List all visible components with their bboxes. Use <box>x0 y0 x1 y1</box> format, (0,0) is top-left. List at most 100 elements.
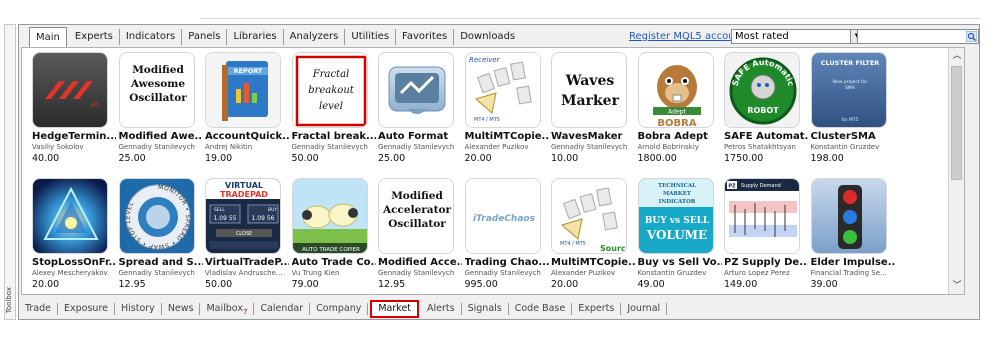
product-card[interactable]: Elder Impulse... Financial Trading Se... 3… <box>810 178 897 304</box>
product-card[interactable]: SAFE Automatic ROBOT SAFE Automat... Petros… <box>724 52 810 178</box>
product-name[interactable]: Buy vs Sell Vo... <box>638 257 722 268</box>
virtual-tradepad-icon[interactable]: VIRTUAL TRADEPAD SELL BUY 1.09 55 1.09 56 CLOS… <box>205 178 281 254</box>
report-book-icon[interactable]: REPORT <box>205 52 281 128</box>
tab-downloads[interactable]: Downloads <box>454 29 521 45</box>
bottom-tab-journal[interactable]: Journal <box>621 303 668 315</box>
product-card[interactable]: StopLossOnFr... Alexey Mescheryakov 20.00 <box>32 178 118 304</box>
product-card[interactable]: Adept BOBRA Bobra Adept Arnold Bobrinskiy 18… <box>637 52 724 178</box>
register-account-link[interactable]: Register MQL5 account <box>629 31 745 42</box>
product-card[interactable]: Modified Awesome Oscillator Modified Awe...… <box>118 52 205 178</box>
bottom-tab-experts[interactable]: Experts <box>572 303 622 315</box>
auto-format-icon[interactable] <box>378 52 454 128</box>
trading-chaos-icon[interactable]: iTradeChaos <box>464 178 541 254</box>
tab-libraries[interactable]: Libraries <box>227 29 284 45</box>
product-card[interactable]: iTradeChaos Trading Chao... Gennadiy Stani… <box>464 178 551 304</box>
product-name[interactable]: ClusterSMA <box>811 131 895 142</box>
product-card[interactable]: MONITOR • SPREAD • SWAP • STOP LEVEL Spre… <box>118 178 205 304</box>
product-card[interactable]: Waves Marker WavesMaker Gennadiy Stanilevyc… <box>551 52 637 178</box>
buy-sell-volume-icon[interactable]: TECHNICAL MARKET INDICATOR BUY vs SELL VOLUM… <box>637 178 714 254</box>
product-card[interactable]: AUTO TRADE COPIER Auto Trade Co... Vu Trun… <box>291 178 378 304</box>
product-name[interactable]: Auto Trade Co... <box>292 257 376 268</box>
product-name[interactable]: SAFE Automat... <box>724 131 808 142</box>
modified-accelerator-icon[interactable]: Modified Accelerator Oscillator <box>378 178 454 254</box>
product-card[interactable]: Modified Accelerator Oscillator Modified Ac… <box>378 178 464 304</box>
product-card[interactable]: REPORT AccountQuick... Andrej Nikitin 19.00 <box>205 52 291 178</box>
tab-main[interactable]: Main <box>29 27 67 47</box>
product-name[interactable]: PZ Supply De... <box>724 257 808 268</box>
pz-supply-demand-icon[interactable]: PZ Supply Demand <box>724 178 800 254</box>
safe-robot-icon[interactable]: SAFE Automatic ROBOT <box>724 52 800 128</box>
product-price: 25.00 <box>118 153 146 164</box>
modified-awesome-icon[interactable]: Modified Awesome Oscillator <box>118 52 195 128</box>
bottom-tab-history[interactable]: History <box>115 303 162 315</box>
scroll-down-icon[interactable]: ﹀ <box>949 278 965 294</box>
bottom-tab-market[interactable]: Market <box>370 300 420 318</box>
multi-copier-icon[interactable]: Receiver MT4 / MT5 <box>464 52 541 128</box>
product-price: 40.00 <box>32 153 60 164</box>
tab-panels[interactable]: Panels <box>182 29 228 45</box>
tab-analyzers[interactable]: Analyzers <box>284 29 346 45</box>
product-name[interactable]: Modified Acce... <box>378 257 462 268</box>
bottom-tab-mailbox[interactable]: Mailbox7 <box>200 303 255 316</box>
fractal-breakout-icon[interactable]: Fractal breakout level <box>291 52 368 128</box>
tab-experts[interactable]: Experts <box>69 29 120 45</box>
product-name[interactable]: Bobra Adept <box>638 131 722 142</box>
product-name[interactable]: WavesMaker <box>551 131 635 142</box>
bottom-tab-signals[interactable]: Signals <box>462 303 509 315</box>
product-author: Arnold Bobrinskiy <box>637 143 699 151</box>
product-card[interactable]: TECHNICAL MARKET INDICATOR BUY vs SELL VOLUM… <box>637 178 724 304</box>
product-card[interactable]: VIRTUAL TRADEPAD SELL BUY 1.09 55 1.09 56 CLOS… <box>205 178 291 304</box>
product-card[interactable]: HT HedgeTermin... Vasiliy Sokolov 40.00 <box>32 52 118 178</box>
waves-marker-icon[interactable]: Waves Marker <box>551 52 627 128</box>
bottom-tab-company[interactable]: Company <box>310 303 369 315</box>
cluster-filter-icon[interactable]: CLUSTER FILTER New project for SMA for MT5 <box>810 52 887 128</box>
search-icon[interactable] <box>966 31 977 42</box>
product-card[interactable]: MT4 / MT5 Source MultiMTCopie...Alexander … <box>551 178 637 304</box>
stoploss-pyramid-icon[interactable] <box>32 178 108 254</box>
spread-swap-icon[interactable]: MONITOR • SPREAD • SWAP • STOP LEVEL <box>118 178 195 254</box>
bottom-tab-calendar[interactable]: Calendar <box>254 303 311 315</box>
svg-text:BOBRA: BOBRA <box>657 118 696 128</box>
product-card[interactable]: Receiver MT4 / MT5 MultiMTCopie... Alexande… <box>464 52 551 178</box>
product-author: Financial Trading Se... <box>810 269 887 277</box>
scrollbar-thumb[interactable] <box>951 66 962 180</box>
product-name[interactable]: Trading Chao... <box>465 257 549 268</box>
bottom-tab-code-base[interactable]: Code Base <box>509 303 573 315</box>
product-name[interactable]: Spread and S... <box>119 257 203 268</box>
bottom-tab-news[interactable]: News <box>162 303 201 315</box>
bottom-tab-exposure[interactable]: Exposure <box>58 303 115 315</box>
scroll-up-icon[interactable]: ︿ <box>949 48 965 64</box>
bottom-tab-label: Alerts <box>427 303 455 314</box>
multi-copier-source-icon[interactable]: MT4 / MT5 Source <box>551 178 627 254</box>
svg-text:iTradeChaos: iTradeChaos <box>473 214 536 224</box>
product-card[interactable]: Fractal breakout level Fractal break... Genn… <box>291 52 378 178</box>
bottom-tab-alerts[interactable]: Alerts <box>421 303 462 315</box>
product-price: 1750.00 <box>724 153 764 164</box>
product-name[interactable]: Elder Impulse... <box>811 257 895 268</box>
product-name[interactable]: StopLossOnFr... <box>32 257 116 268</box>
product-name[interactable]: Modified Awe... <box>119 131 203 142</box>
search-input[interactable] <box>857 29 979 44</box>
traffic-light-icon[interactable] <box>810 178 887 254</box>
vertical-scrollbar[interactable]: ︿ ﹀ <box>948 48 964 294</box>
hedge-terminal-icon[interactable]: HT <box>32 52 108 128</box>
product-name[interactable]: VirtualTradeP... <box>205 257 289 268</box>
product-name[interactable]: MultiMTCopie... <box>551 257 635 268</box>
tab-utilities[interactable]: Utilities <box>345 29 397 45</box>
svg-text:BUY vs SELL: BUY vs SELL <box>644 216 709 226</box>
bobra-beaver-icon[interactable]: Adept BOBRA <box>637 52 714 128</box>
sort-select[interactable]: Most rated ▼ <box>731 29 865 44</box>
product-card[interactable]: CLUSTER FILTER New project for SMA for MT5 C… <box>810 52 897 178</box>
product-card[interactable]: Auto Format Gennadiy Stanilevych 25.00 <box>378 52 464 178</box>
product-card[interactable]: PZ Supply Demand PZ Supply De... Arturo Lop… <box>724 178 810 304</box>
product-name[interactable]: Fractal break... <box>292 131 376 142</box>
tab-indicators[interactable]: Indicators <box>120 29 183 45</box>
bottom-tab-bar: Trade Exposure History News Mailbox7 Calendar… <box>19 300 668 318</box>
product-name[interactable]: MultiMTCopie... <box>465 131 549 142</box>
tab-favorites[interactable]: Favorites <box>396 29 455 45</box>
product-name[interactable]: AccountQuick... <box>205 131 289 142</box>
bottom-tab-trade[interactable]: Trade <box>19 303 59 315</box>
product-name[interactable]: Auto Format <box>378 131 462 142</box>
auto-trade-sheep-icon[interactable]: AUTO TRADE COPIER <box>291 178 368 254</box>
product-name[interactable]: HedgeTermin... <box>32 131 116 142</box>
